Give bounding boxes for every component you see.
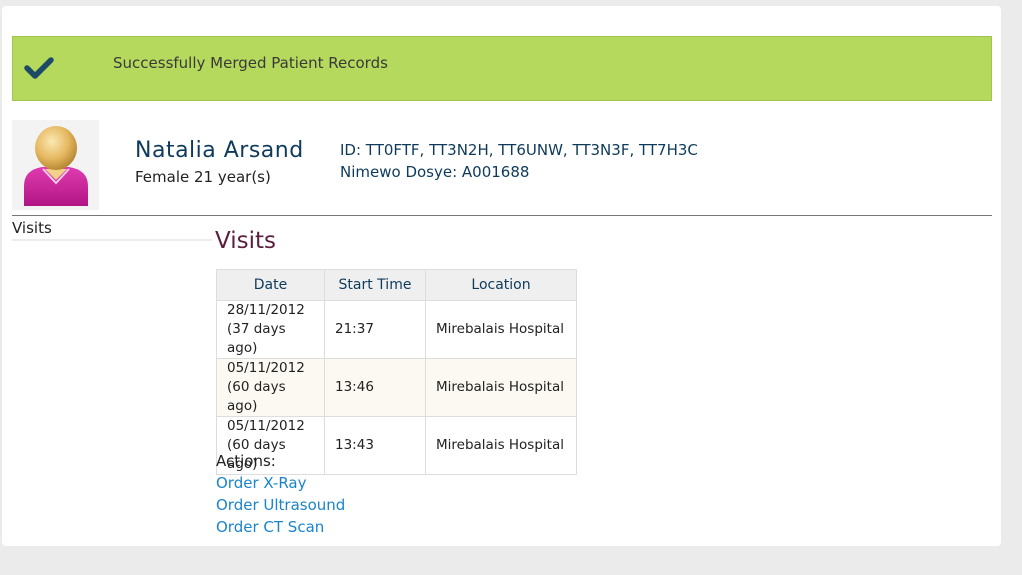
visit-location: Mirebalais Hospital <box>425 358 577 417</box>
patient-demographics: Female 21 year(s) <box>135 168 271 186</box>
table-row[interactable]: 28/11/2012 (37 days ago) 21:37 Mirebalai… <box>216 300 577 359</box>
patient-dossier-number: Nimewo Dosye: A001688 <box>340 163 530 181</box>
visit-start-time: 13:46 <box>324 358 426 417</box>
sidebar-item-visits[interactable]: Visits <box>12 219 52 237</box>
visit-date: 05/11/2012 <box>227 360 305 376</box>
table-row[interactable]: 05/11/2012 (60 days ago) 13:46 Mirebalai… <box>216 358 577 417</box>
patient-avatar <box>12 120 99 210</box>
patient-ids: ID: TT0FTF, TT3N2H, TT6UNW, TT3N3F, TT7H… <box>340 141 698 159</box>
column-header-start-time: Start Time <box>324 269 426 301</box>
visit-location: Mirebalais Hospital <box>425 416 577 475</box>
visits-heading: Visits <box>215 228 276 254</box>
visit-days-ago: (37 days ago) <box>227 321 286 356</box>
order-xray-link[interactable]: Order X-Ray <box>216 472 345 494</box>
page-content: Successfully Merged Patient Records Nata… <box>2 6 1001 546</box>
table-header-row: Date Start Time Location <box>216 269 577 301</box>
success-message-banner: Successfully Merged Patient Records <box>12 36 992 101</box>
visit-start-time: 21:37 <box>324 300 426 359</box>
sidebar-underline <box>12 239 212 241</box>
visit-date-cell: 05/11/2012 (60 days ago) <box>216 358 325 417</box>
header-divider <box>12 215 992 216</box>
order-ct-scan-link[interactable]: Order CT Scan <box>216 516 345 538</box>
actions-label: Actions: <box>216 452 276 470</box>
column-header-date: Date <box>216 269 325 301</box>
actions-section: Actions: Order X-Ray Order Ultrasound Or… <box>216 450 345 538</box>
visits-table: Date Start Time Location 28/11/2012 (37 … <box>216 269 577 475</box>
visit-location: Mirebalais Hospital <box>425 300 577 359</box>
checkmark-icon <box>24 57 54 79</box>
visit-date: 28/11/2012 <box>227 302 305 318</box>
patient-identifiers: ID: TT0FTF, TT3N2H, TT6UNW, TT3N3F, TT7H… <box>340 139 698 183</box>
order-ultrasound-link[interactable]: Order Ultrasound <box>216 494 345 516</box>
success-message-text: Successfully Merged Patient Records <box>113 54 388 72</box>
visit-days-ago: (60 days ago) <box>227 379 286 414</box>
column-header-location: Location <box>425 269 577 301</box>
patient-name: Natalia Arsand <box>135 138 304 163</box>
visit-date-cell: 28/11/2012 (37 days ago) <box>216 300 325 359</box>
visit-date: 05/11/2012 <box>227 418 305 434</box>
female-patient-avatar-icon <box>24 126 88 206</box>
